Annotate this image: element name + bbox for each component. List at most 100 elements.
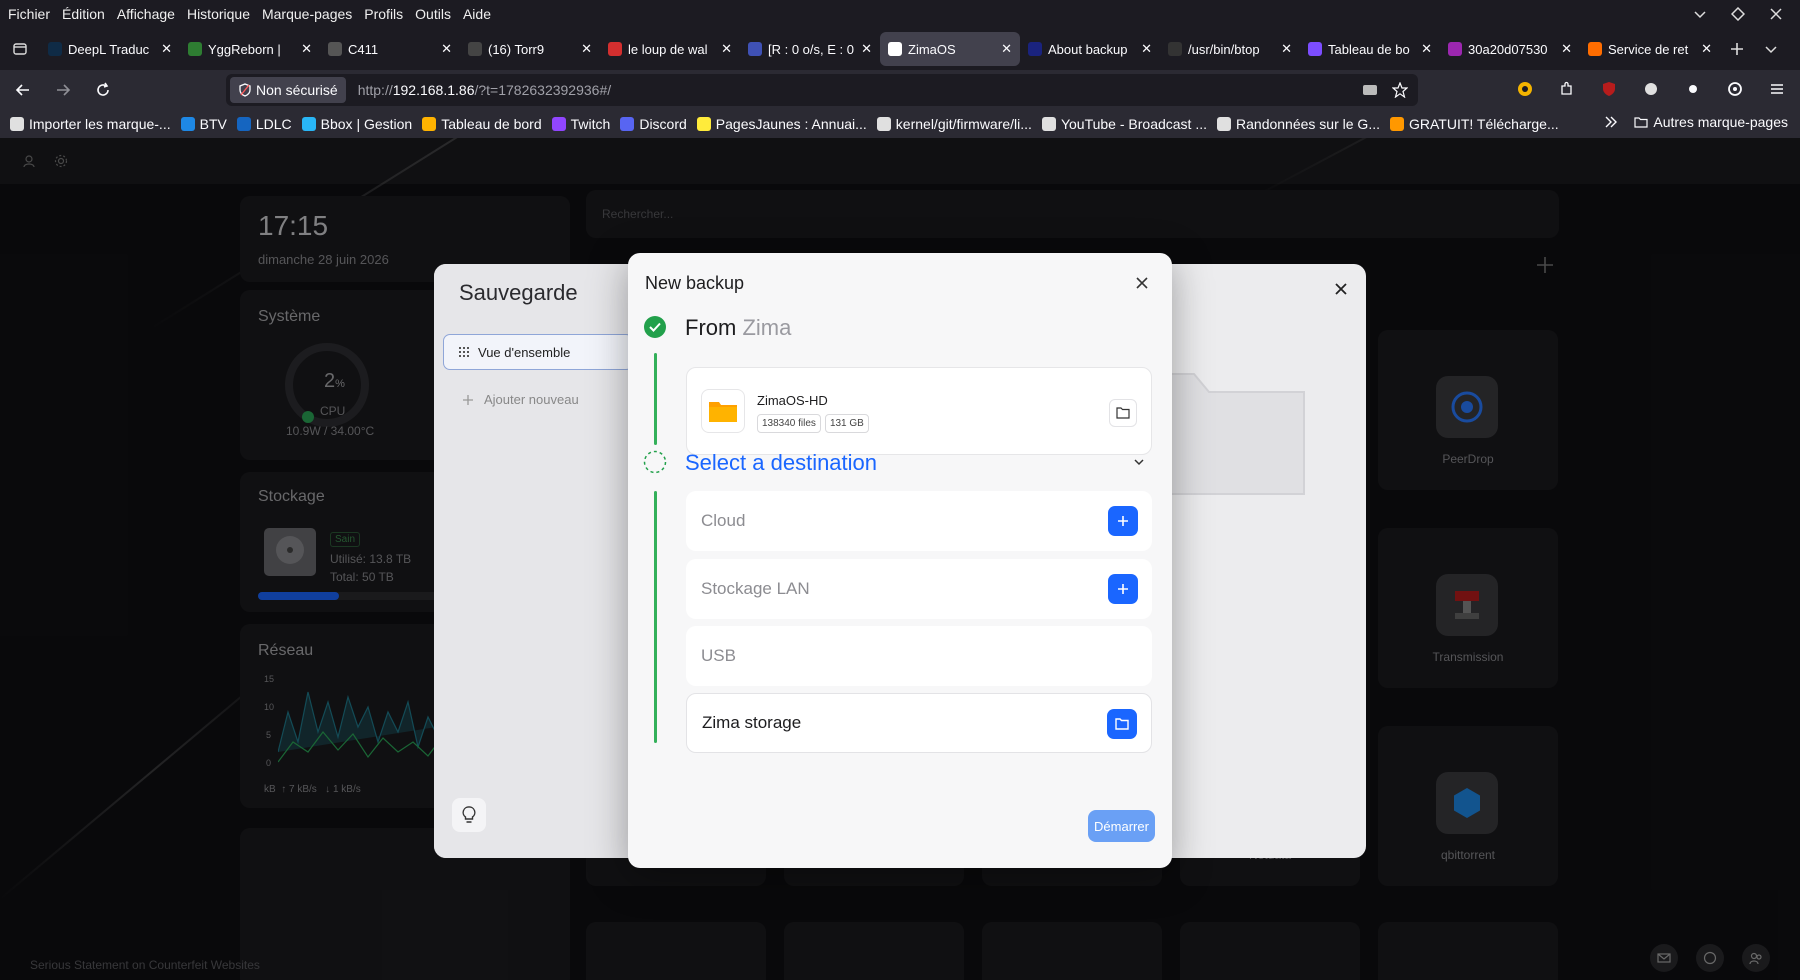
url-bar[interactable]: Non sécurisé http://192.168.1.86/?t=1782… [226, 74, 1418, 106]
browser-tab[interactable]: le loup de wal ✕ [600, 32, 740, 66]
bookmark-favicon-icon [551, 117, 566, 131]
tab-close-icon[interactable]: ✕ [1141, 41, 1152, 57]
zimaos-page: 17:15 dimanche 28 juin 2026 Rechercher..… [0, 138, 1800, 980]
bookmark-item[interactable]: Twitch [551, 116, 610, 132]
tab-close-icon[interactable]: ✕ [1421, 41, 1432, 57]
browser-tab[interactable]: /usr/bin/btop ✕ [1160, 32, 1300, 66]
destination-label: Stockage LAN [701, 579, 810, 598]
browser-tab[interactable]: [R : 0 o/s, E : 0 ✕ [740, 32, 880, 66]
menu-marque-pages[interactable]: Marque-pages [262, 6, 352, 22]
destination-usb[interactable]: USB [686, 626, 1152, 686]
translate-icon[interactable] [1362, 82, 1378, 98]
new-tab-icon[interactable] [1730, 42, 1744, 56]
start-backup-button[interactable]: Démarrer [1088, 810, 1155, 842]
bookmark-item[interactable]: Bbox | Gestion [301, 116, 413, 132]
tab-title: le loup de wal [628, 41, 708, 57]
bookmark-favicon-icon [10, 117, 24, 131]
browser-tab[interactable]: C411 ✕ [320, 32, 460, 66]
extension-circle-icon[interactable] [1724, 78, 1746, 100]
other-bookmarks-label: Autres marque-pages [1653, 114, 1788, 130]
ublock-icon[interactable] [1598, 78, 1620, 100]
menu-aide[interactable]: Aide [463, 6, 491, 22]
browser-tab[interactable]: (16) Torr9 ✕ [460, 32, 600, 66]
tab-close-icon[interactable]: ✕ [721, 41, 732, 57]
browser-tab[interactable]: ZimaOS ✕ [880, 32, 1020, 66]
tab-close-icon[interactable]: ✕ [581, 41, 592, 57]
source-stats: 138340 files 131 GB [757, 414, 873, 433]
tab-overflow-chevron-icon[interactable] [1764, 42, 1778, 56]
url-text[interactable]: http://192.168.1.86/?t=1782632392936#/ [358, 82, 611, 98]
tab-close-icon[interactable]: ✕ [1281, 41, 1292, 57]
destination-cloud[interactable]: Cloud [686, 491, 1152, 551]
add-lan-button[interactable] [1108, 574, 1138, 604]
insecure-badge[interactable]: Non sécurisé [230, 77, 346, 103]
bookmark-star-icon[interactable] [1392, 82, 1408, 98]
bookmark-item[interactable]: BTV [180, 116, 227, 132]
back-button[interactable] [6, 73, 40, 107]
menu-edition[interactable]: Édition [62, 6, 105, 22]
tab-close-icon[interactable]: ✕ [1701, 41, 1712, 57]
tab-favicon-icon [1168, 42, 1182, 56]
bookmark-favicon-icon [422, 117, 437, 131]
browser-tab[interactable]: DeepL Traduc ✕ [40, 32, 180, 66]
menu-profils[interactable]: Profils [364, 6, 403, 22]
destination-stockage-lan[interactable]: Stockage LAN [686, 559, 1152, 619]
forward-button[interactable] [46, 73, 80, 107]
browser-tab[interactable]: About backup ✕ [1020, 32, 1160, 66]
nav-bar: Non sécurisé http://192.168.1.86/?t=1782… [0, 70, 1800, 110]
reload-button[interactable] [86, 73, 120, 107]
dialog-close-button[interactable] [1132, 273, 1152, 293]
select-destination-heading[interactable]: Select a destination [685, 450, 877, 476]
menu-outils[interactable]: Outils [415, 6, 451, 22]
tab-close-icon[interactable]: ✕ [301, 41, 312, 57]
destination-zima-storage[interactable]: Zima storage [686, 693, 1152, 753]
extension-g-icon[interactable] [1514, 78, 1536, 100]
tab-close-icon[interactable]: ✕ [1001, 41, 1012, 57]
bookmark-item[interactable]: kernel/git/firmware/li... [876, 116, 1032, 132]
step-complete-check-icon [644, 316, 666, 338]
overview-nav-item[interactable]: Vue d'ensemble [443, 334, 633, 370]
tab-close-icon[interactable]: ✕ [1561, 41, 1572, 57]
menu-historique[interactable]: Historique [187, 6, 250, 22]
tab-close-icon[interactable]: ✕ [161, 41, 172, 57]
bookmarks-overflow-icon[interactable] [1604, 115, 1618, 129]
tab-close-icon[interactable]: ✕ [861, 41, 872, 57]
tab-favicon-icon [1308, 42, 1322, 56]
minimize-icon[interactable] [1690, 4, 1710, 24]
change-source-button[interactable] [1109, 399, 1137, 427]
bookmark-item[interactable]: Tableau de bord [422, 116, 542, 132]
bookmark-item[interactable]: Importer les marque-... [10, 116, 171, 132]
back-arrow-icon [15, 84, 29, 96]
browser-tab[interactable]: 30a20d07530 ✕ [1440, 32, 1580, 66]
app-menu-icon[interactable] [1766, 78, 1788, 100]
browser-tab[interactable]: YggReborn | ✕ [180, 32, 320, 66]
browser-tab[interactable]: Tableau de bo ✕ [1300, 32, 1440, 66]
extension-ghost-icon[interactable] [1640, 78, 1662, 100]
sauvegarde-sidebar: Sauvegarde Vue d'ensemble Ajouter nouvea… [434, 264, 634, 858]
bookmark-item[interactable]: YouTube - Broadcast ... [1041, 116, 1208, 132]
extension-dot-icon[interactable] [1682, 78, 1704, 100]
url-path: /?t=1782632392936#/ [474, 82, 612, 98]
bookmark-item[interactable]: GRATUIT! Télécharge... [1390, 116, 1559, 132]
browser-tab[interactable]: Service de ret ✕ [1580, 32, 1720, 66]
tips-button[interactable] [452, 798, 486, 832]
add-cloud-button[interactable] [1108, 506, 1138, 536]
extensions-puzzle-icon[interactable] [1556, 78, 1578, 100]
menu-fichier[interactable]: Fichier [8, 6, 50, 22]
destination-chevron-down-icon[interactable] [1133, 456, 1145, 468]
bookmark-item[interactable]: LDLC [236, 116, 292, 132]
other-bookmarks[interactable]: Autres marque-pages [1634, 114, 1788, 130]
bookmark-label: Bbox | Gestion [320, 116, 413, 132]
bookmark-item[interactable]: Discord [620, 116, 687, 132]
tab-list-button[interactable] [0, 28, 40, 70]
tab-close-icon[interactable]: ✕ [441, 41, 452, 57]
bookmark-label: YouTube - Broadcast ... [1060, 116, 1208, 132]
maximize-icon[interactable] [1728, 4, 1748, 24]
add-new-nav-item[interactable]: Ajouter nouveau [462, 392, 579, 407]
bookmark-item[interactable]: PagesJaunes : Annuai... [696, 116, 867, 132]
close-window-icon[interactable] [1766, 4, 1786, 24]
menu-affichage[interactable]: Affichage [117, 6, 175, 22]
browse-zima-storage-button[interactable] [1107, 709, 1137, 739]
sauvegarde-close-icon[interactable] [1334, 282, 1348, 296]
bookmark-item[interactable]: Randonnées sur le G... [1217, 116, 1380, 132]
